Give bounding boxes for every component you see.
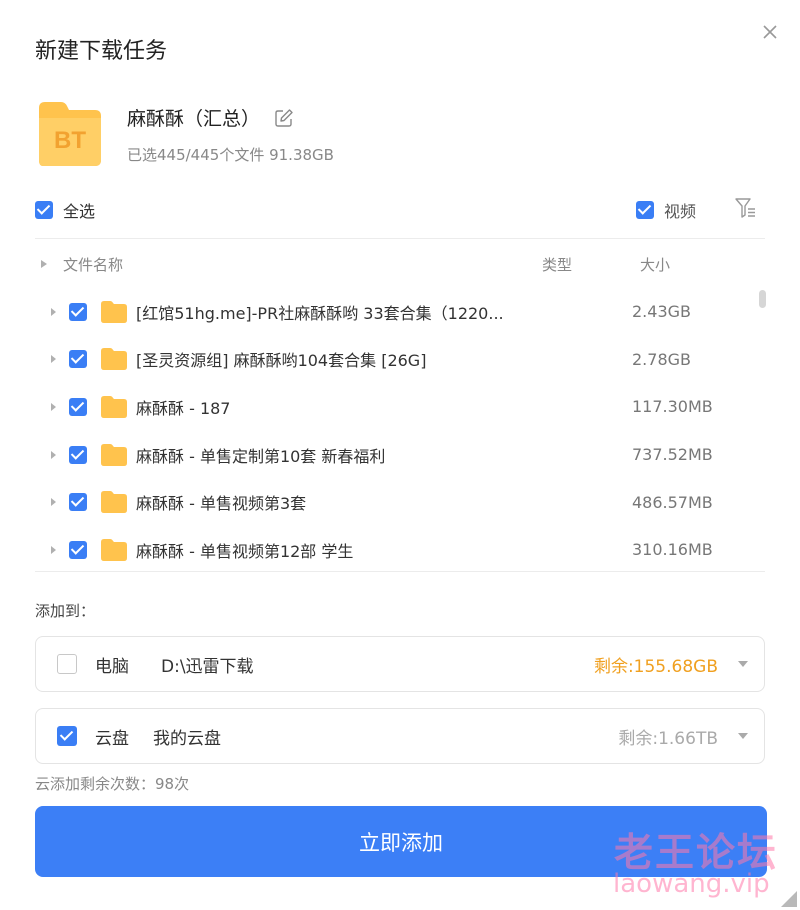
- expand-arrow-icon[interactable]: [51, 545, 56, 554]
- expand-all-icon[interactable]: [41, 260, 47, 268]
- bt-label: BT: [54, 127, 86, 154]
- expand-arrow-icon[interactable]: [51, 498, 56, 507]
- item-name: [圣灵资源组] 麻酥酥哟104套合集 [26G]: [136, 351, 427, 371]
- local-free-space: 剩余:155.68GB: [593, 656, 718, 677]
- resize-grip-icon[interactable]: [781, 891, 797, 907]
- item-size: 2.78GB: [632, 349, 691, 369]
- item-size: 117.30MB: [632, 397, 713, 417]
- item-name: 麻酥酥 - 单售视频第12部 学生: [136, 541, 354, 561]
- filter-icon[interactable]: [734, 196, 758, 220]
- item-size: 486.57MB: [632, 492, 713, 512]
- chevron-down-icon[interactable]: [738, 661, 748, 667]
- list-item[interactable]: 麻酥酥 - 单售视频第12部 学生 310.16MB: [35, 526, 755, 574]
- cloud-free-space: 剩余:1.66TB: [618, 728, 718, 749]
- item-checkbox[interactable]: [69, 350, 87, 369]
- select-all-checkbox[interactable]: [35, 201, 53, 219]
- list-item[interactable]: 麻酥酥 - 187 117.30MB: [35, 383, 755, 431]
- destination-local[interactable]: 电脑 D:\迅雷下载 剩余:155.68GB: [35, 636, 765, 692]
- local-type-label: 电脑: [95, 656, 129, 677]
- item-checkbox[interactable]: [69, 540, 87, 559]
- list-item[interactable]: [红馆51hg.me]-PR社麻酥酥哟 33套合集（1220... 2.43GB: [35, 288, 755, 336]
- video-filter-label: 视频: [664, 202, 697, 221]
- chevron-down-icon[interactable]: [738, 733, 748, 739]
- task-name-text: 麻酥酥（汇总）: [127, 108, 261, 130]
- item-checkbox[interactable]: [69, 397, 87, 416]
- cloud-quota-text: 云添加剩余次数：98次: [35, 775, 190, 793]
- folder-icon: [101, 300, 127, 323]
- local-path: D:\迅雷下载: [161, 656, 254, 677]
- close-icon[interactable]: [758, 20, 782, 44]
- item-name: 麻酥酥 - 单售视频第3套: [136, 494, 307, 514]
- item-size: 2.43GB: [632, 302, 691, 322]
- list-top-divider: [35, 238, 765, 239]
- list-scrollbar[interactable]: [759, 290, 766, 308]
- item-checkbox[interactable]: [69, 445, 87, 464]
- task-name: 麻酥酥（汇总）: [127, 104, 294, 131]
- video-filter-toggle[interactable]: 视频: [636, 198, 696, 222]
- add-to-label: 添加到：: [35, 602, 96, 620]
- column-name[interactable]: 文件名称: [63, 254, 123, 275]
- expand-arrow-icon[interactable]: [51, 355, 56, 364]
- file-list-header: 文件名称 类型 大小: [35, 254, 765, 276]
- cloud-path: 我的云盘: [153, 728, 221, 749]
- folder-icon: [101, 491, 127, 514]
- watermark-url: laowang.vip: [613, 869, 770, 899]
- bt-folder-icon: BT: [39, 102, 101, 166]
- folder-icon: [101, 443, 127, 466]
- edit-icon[interactable]: [274, 108, 294, 128]
- select-all-toggle[interactable]: 全选: [35, 198, 95, 222]
- item-checkbox[interactable]: [69, 493, 87, 512]
- folder-icon: [101, 395, 127, 418]
- select-all-label: 全选: [63, 202, 96, 221]
- cloud-type-label: 云盘: [95, 728, 129, 749]
- dialog-title: 新建下载任务: [35, 39, 168, 64]
- list-item[interactable]: [圣灵资源组] 麻酥酥哟104套合集 [26G] 2.78GB: [35, 336, 755, 384]
- column-type[interactable]: 类型: [542, 254, 572, 275]
- item-name: 麻酥酥 - 187: [136, 398, 231, 418]
- video-filter-checkbox[interactable]: [636, 201, 654, 219]
- item-size: 737.52MB: [632, 445, 713, 465]
- item-name: [红馆51hg.me]-PR社麻酥酥哟 33套合集（1220...: [136, 303, 504, 323]
- task-file-summary: 已选445/445个文件 91.38GB: [127, 146, 334, 164]
- expand-arrow-icon[interactable]: [51, 402, 56, 411]
- file-list: [红馆51hg.me]-PR社麻酥酥哟 33套合集（1220... 2.43GB…: [35, 288, 755, 574]
- list-item[interactable]: 麻酥酥 - 单售视频第3套 486.57MB: [35, 478, 755, 526]
- expand-arrow-icon[interactable]: [51, 450, 56, 459]
- cloud-checkbox[interactable]: [57, 726, 77, 746]
- list-item[interactable]: 麻酥酥 - 单售定制第10套 新春福利 737.52MB: [35, 431, 755, 479]
- item-name: 麻酥酥 - 单售定制第10套 新春福利: [136, 446, 386, 466]
- item-size: 310.16MB: [632, 540, 713, 560]
- expand-arrow-icon[interactable]: [51, 307, 56, 316]
- column-size[interactable]: 大小: [640, 254, 670, 275]
- destination-cloud[interactable]: 云盘 我的云盘 剩余:1.66TB: [35, 708, 765, 764]
- local-checkbox[interactable]: [57, 654, 77, 674]
- list-bottom-divider: [35, 571, 765, 572]
- folder-icon: [101, 538, 127, 561]
- item-checkbox[interactable]: [69, 302, 87, 321]
- folder-icon: [101, 348, 127, 371]
